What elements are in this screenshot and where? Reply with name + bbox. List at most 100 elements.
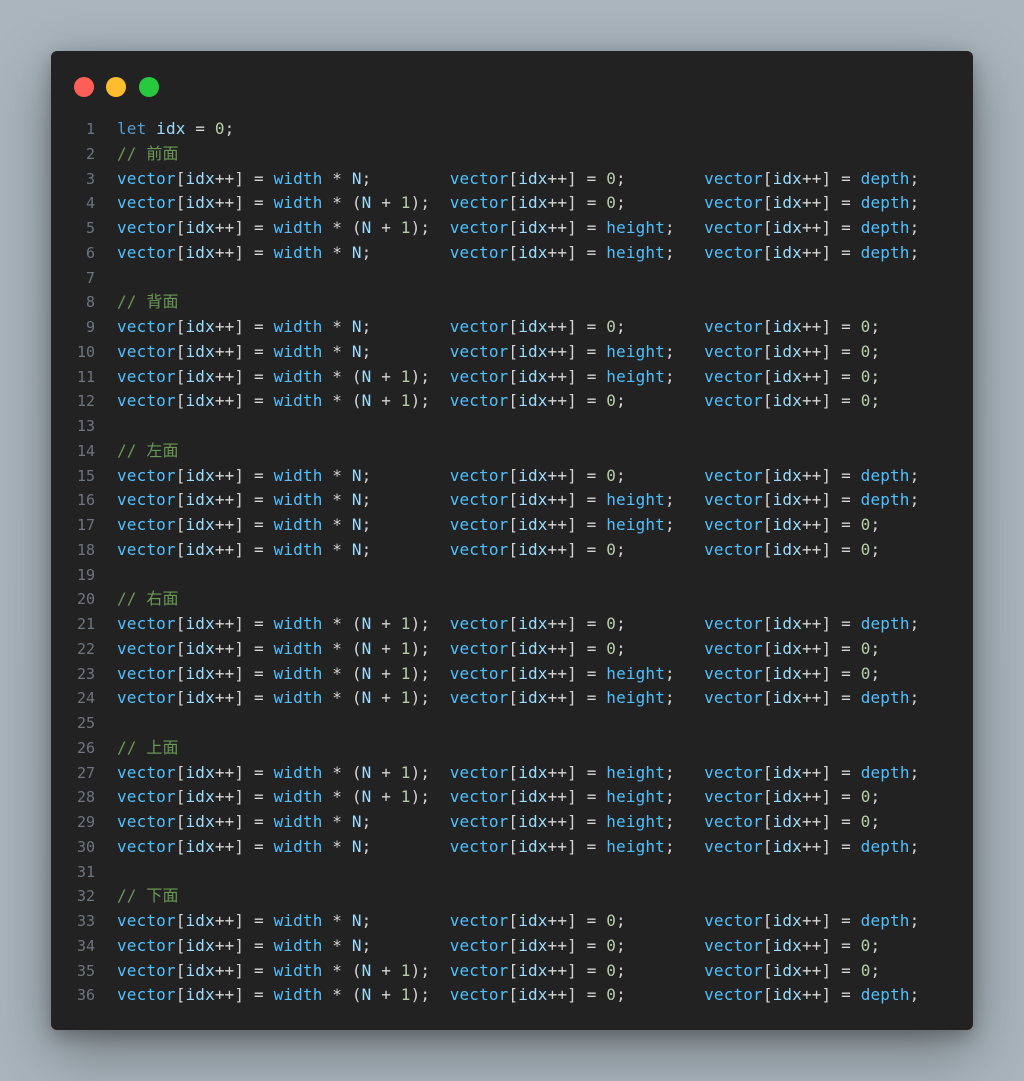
close-button[interactable] <box>74 77 94 97</box>
code-text: vector[idx++] = width * N; vector[idx++]… <box>117 935 881 955</box>
code-text: vector[idx++] = width * N; vector[idx++]… <box>117 812 881 831</box>
code-line: 11 vector[idx++] = width * (N + 1); vecto… <box>51 365 973 390</box>
line-number: 28 <box>76 788 95 807</box>
line-number: 35 <box>76 961 95 980</box>
code-text: vector[idx++] = width * (N + 1); vector[… <box>117 614 920 633</box>
code-line: 6 vector[idx++] = width * N; vector[idx++… <box>51 241 973 266</box>
code-line: 1 let idx = 0; <box>51 117 973 142</box>
code-line: 16 vector[idx++] = width * N; vector[idx+… <box>51 488 973 513</box>
code-line: 21 vector[idx++] = width * (N + 1); vecto… <box>51 612 973 637</box>
code-text: vector[idx++] = width * (N + 1); vector[… <box>117 688 920 708</box>
line-number: 22 <box>76 639 95 658</box>
line-number: 3 <box>85 169 95 188</box>
code-line: 12 vector[idx++] = width * (N + 1); vecto… <box>51 389 973 414</box>
code-text: vector[idx++] = width * (N + 1); vector[… <box>117 960 881 980</box>
code-text: // 背面 <box>117 292 179 312</box>
code-line: 30 vector[idx++] = width * N; vector[idx+… <box>51 835 973 860</box>
code-block: 1 let idx = 0; 2 // 前面 3 vector[idx++] = widt… <box>51 117 973 1008</box>
code-line: 27 vector[idx++] = width * (N + 1); vecto… <box>51 761 973 786</box>
line-number: 11 <box>76 367 95 386</box>
line-number: 12 <box>76 392 95 411</box>
code-text: // 左面 <box>117 440 179 460</box>
line-number: 4 <box>85 194 95 213</box>
line-number: 21 <box>76 615 95 633</box>
code-text: vector[idx++] = width * (N + 1); vector[… <box>117 366 881 386</box>
code-window: 1 let idx = 0; 2 // 前面 3 vector[idx++] = widt… <box>51 51 973 1030</box>
code-line: 29 vector[idx++] = width * N; vector[idx+… <box>51 810 973 835</box>
line-number: 8 <box>85 293 95 312</box>
code-line: 24 vector[idx++] = width * (N + 1); vecto… <box>51 686 973 711</box>
code-text: vector[idx++] = width * (N + 1); vector[… <box>117 762 920 782</box>
code-text: vector[idx++] = width * (N + 1); vector[… <box>117 985 920 1005</box>
line-number: 17 <box>76 516 95 534</box>
line-number: 9 <box>85 318 95 336</box>
code-text: vector[idx++] = width * (N + 1); vector[… <box>117 391 881 411</box>
minimize-button[interactable] <box>106 77 126 97</box>
line-number: 34 <box>76 936 95 955</box>
line-number: 33 <box>76 912 95 930</box>
code-text: vector[idx++] = width * N; vector[idx++]… <box>117 490 920 510</box>
code-line: 7 <box>51 266 973 291</box>
code-line: 10 vector[idx++] = width * N; vector[idx+… <box>51 340 973 365</box>
line-number: 10 <box>76 342 95 361</box>
code-line: 33 vector[idx++] = width * N; vector[idx+… <box>51 909 973 934</box>
code-text: vector[idx++] = width * N; vector[idx++]… <box>117 168 920 188</box>
line-number: 19 <box>76 565 95 584</box>
code-line: 19 <box>51 563 973 588</box>
line-number: 7 <box>85 268 95 287</box>
line-number: 16 <box>76 491 95 510</box>
code-text: vector[idx++] = width * N; vector[idx++]… <box>117 317 881 336</box>
code-text: vector[idx++] = width * N; vector[idx++]… <box>117 465 920 485</box>
code-line: 13 <box>51 414 973 439</box>
line-number: 25 <box>76 714 95 732</box>
code-line: 18 vector[idx++] = width * N; vector[idx+… <box>51 538 973 563</box>
code-line: 9 vector[idx++] = width * N; vector[idx++… <box>51 315 973 340</box>
line-number: 24 <box>76 689 95 708</box>
code-line: 15 vector[idx++] = width * N; vector[idx+… <box>51 464 973 489</box>
code-text: vector[idx++] = width * (N + 1); vector[… <box>117 218 920 237</box>
code-line: 28 vector[idx++] = width * (N + 1); vecto… <box>51 785 973 810</box>
maximize-button[interactable] <box>139 77 159 97</box>
line-number: 18 <box>76 540 95 559</box>
code-text: vector[idx++] = width * N; vector[idx++]… <box>117 341 881 361</box>
code-text: vector[idx++] = width * (N + 1); vector[… <box>117 193 920 213</box>
code-line: 23 vector[idx++] = width * (N + 1); vecto… <box>51 662 973 687</box>
code-line: 36 vector[idx++] = width * (N + 1); vecto… <box>51 983 973 1008</box>
line-number: 6 <box>85 243 95 262</box>
line-number: 15 <box>76 466 95 485</box>
code-text: vector[idx++] = width * N; vector[idx++]… <box>117 539 881 559</box>
line-number: 32 <box>76 887 95 906</box>
line-number: 13 <box>76 417 95 435</box>
code-text: // 右面 <box>117 589 179 609</box>
code-line: 20 // 右面 <box>51 587 973 612</box>
code-text: vector[idx++] = width * (N + 1); vector[… <box>117 638 881 658</box>
code-line: 4 vector[idx++] = width * (N + 1); vector… <box>51 191 973 216</box>
code-text: // 前面 <box>117 143 179 163</box>
code-line: 3 vector[idx++] = width * N; vector[idx++… <box>51 167 973 192</box>
line-number: 23 <box>76 664 95 683</box>
code-text: vector[idx++] = width * N; vector[idx++]… <box>117 515 881 534</box>
code-line: 34 vector[idx++] = width * N; vector[idx+… <box>51 934 973 959</box>
code-line: 25 <box>51 711 973 736</box>
code-line: 2 // 前面 <box>51 142 973 167</box>
code-line: 14 // 左面 <box>51 439 973 464</box>
code-line: 32 // 下面 <box>51 884 973 909</box>
code-line: 8 // 背面 <box>51 290 973 315</box>
code-text: vector[idx++] = width * N; vector[idx++]… <box>117 836 920 856</box>
code-line: 26 // 上面 <box>51 736 973 761</box>
code-line: 31 <box>51 860 973 885</box>
code-text: vector[idx++] = width * N; vector[idx++]… <box>117 911 920 930</box>
line-number: 26 <box>76 738 95 757</box>
code-text: vector[idx++] = width * N; vector[idx++]… <box>117 242 920 262</box>
line-number: 29 <box>76 813 95 831</box>
code-text: // 下面 <box>117 886 179 906</box>
line-number: 5 <box>85 219 95 237</box>
window-titlebar <box>51 51 973 121</box>
code-line: 5 vector[idx++] = width * (N + 1); vector… <box>51 216 973 241</box>
code-text: vector[idx++] = width * (N + 1); vector[… <box>117 787 881 807</box>
line-number: 1 <box>85 120 95 138</box>
code-text: // 上面 <box>117 737 179 757</box>
line-number: 36 <box>76 986 95 1005</box>
line-number: 31 <box>76 862 95 881</box>
code-line: 22 vector[idx++] = width * (N + 1); vecto… <box>51 637 973 662</box>
